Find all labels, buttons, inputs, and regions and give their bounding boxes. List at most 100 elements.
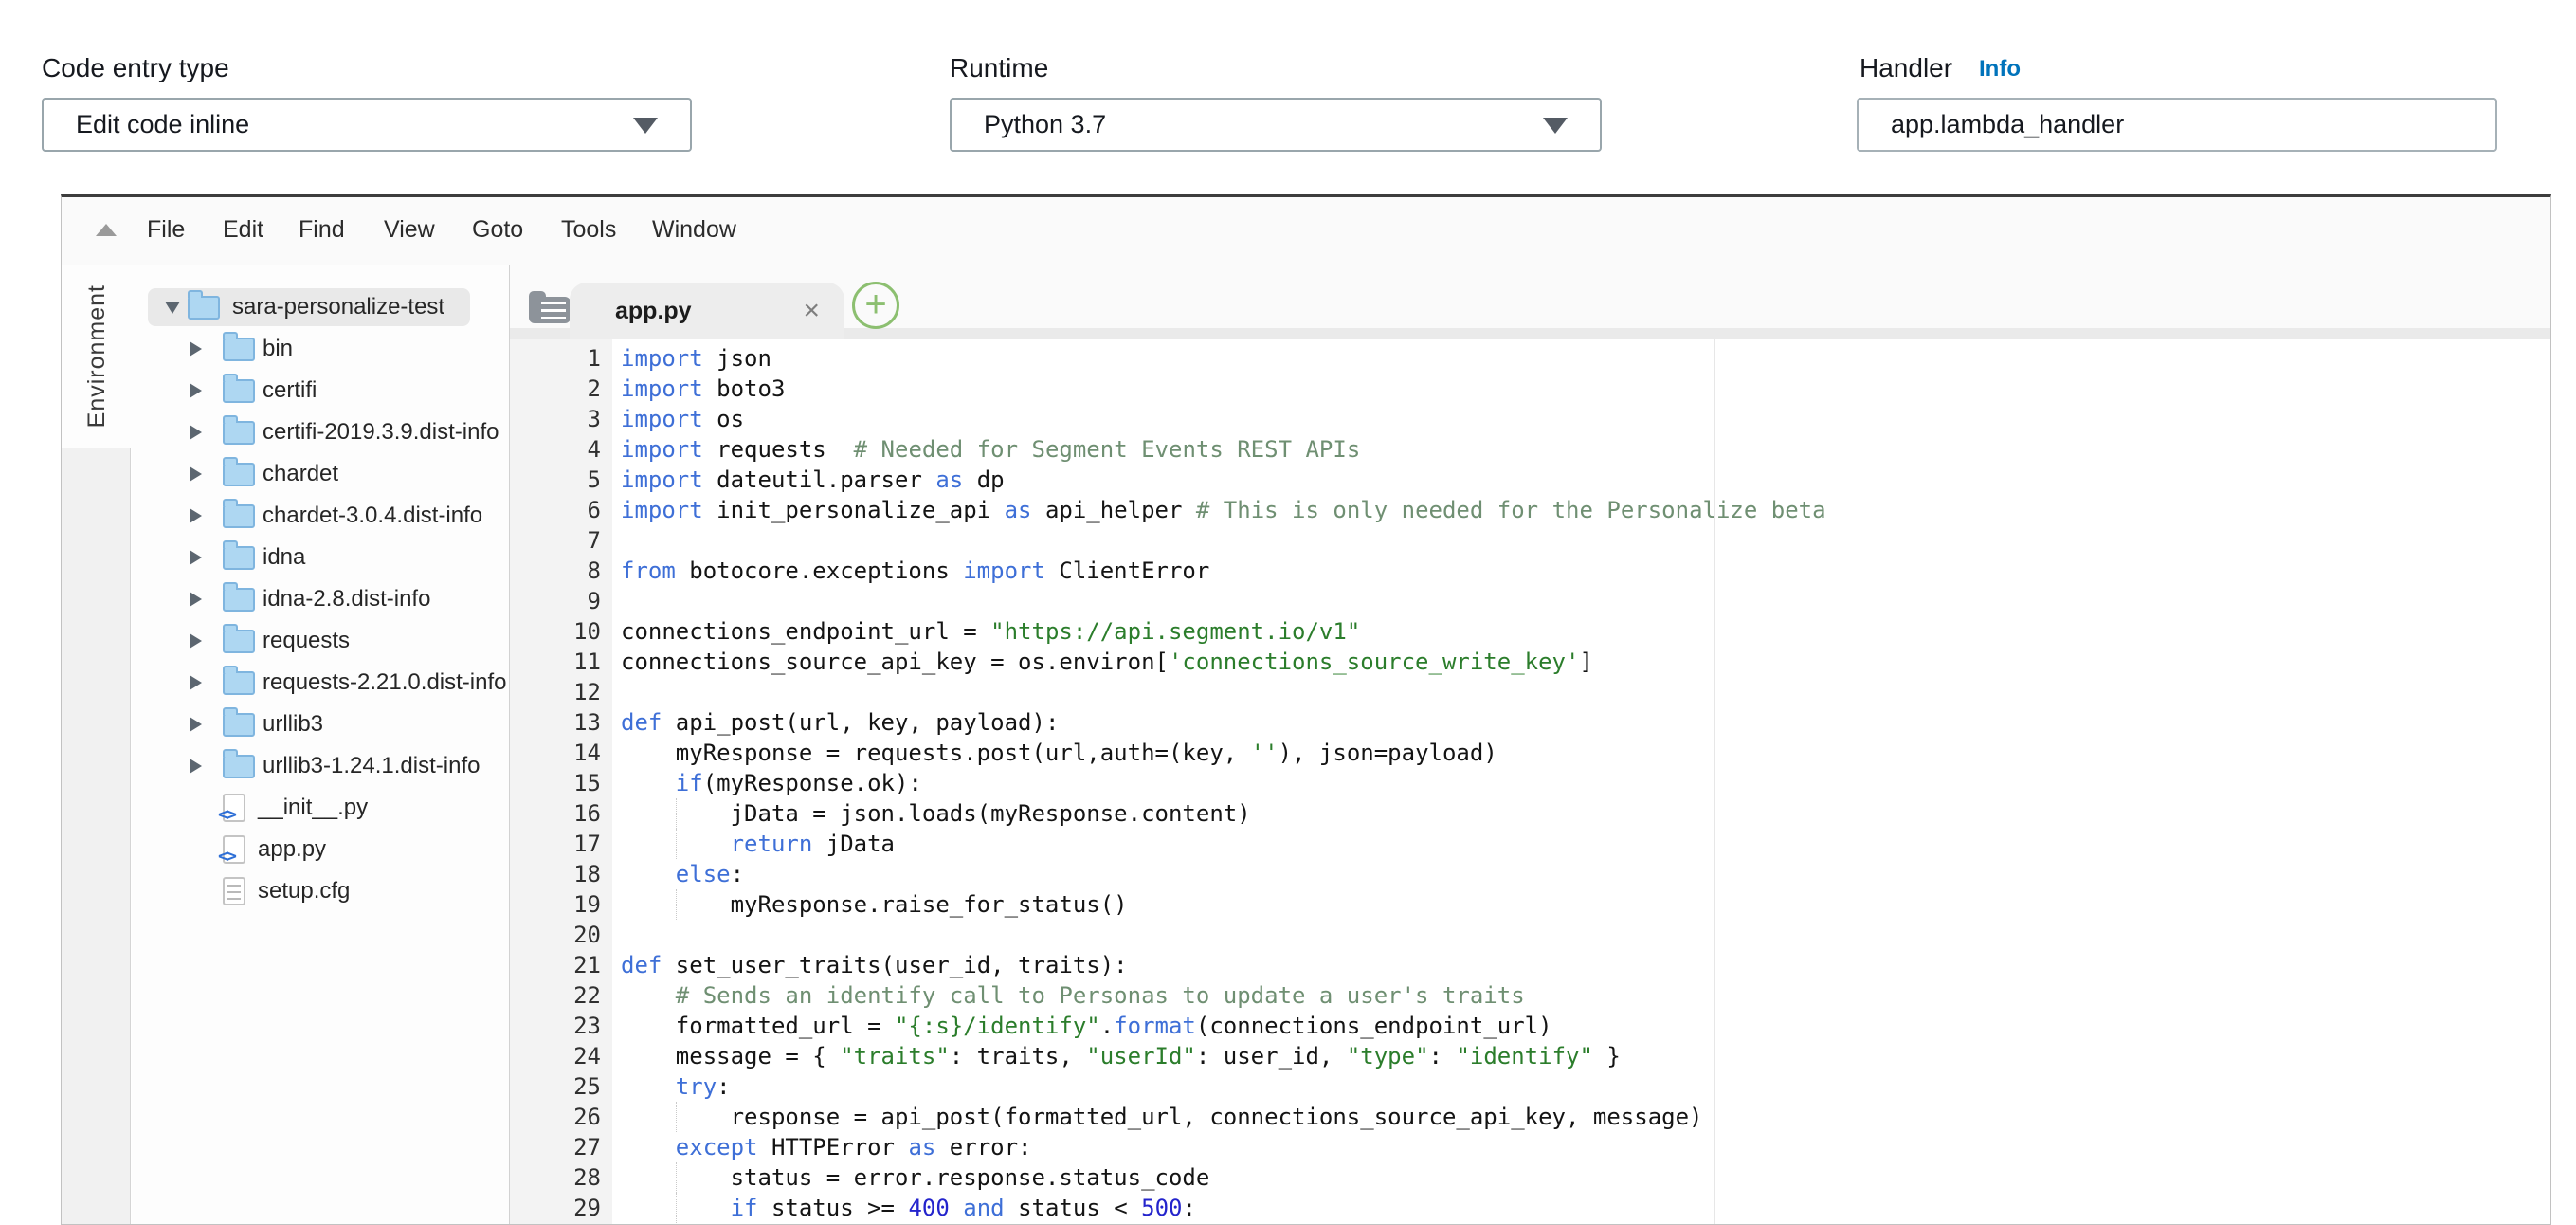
code-text: status = error.response.status_code	[621, 1162, 1209, 1193]
tree-item-urllib3-1-24-1-dist-info[interactable]: urllib3-1.24.1.dist-info	[62, 745, 510, 787]
handler-input[interactable]	[1857, 98, 2497, 152]
collapse-panel-icon[interactable]	[96, 224, 117, 236]
code-line-23: 23 formatted_url = "{:s}/identify".forma…	[510, 1011, 2550, 1041]
line-number: 12	[510, 677, 601, 707]
code-entry-type-label: Code entry type	[42, 53, 229, 83]
code-line-21: 21def set_user_traits(user_id, traits):	[510, 950, 2550, 980]
tree-item-requests-2-21-0-dist-info[interactable]: requests-2.21.0.dist-info	[62, 662, 510, 704]
code-text: if(myResponse.ok):	[621, 768, 922, 798]
tree-item-requests[interactable]: requests	[62, 620, 510, 662]
menu-item-find[interactable]: Find	[299, 216, 345, 244]
code-line-6: 6import init_personalize_api as api_help…	[510, 495, 2550, 525]
handler-label: Handler	[1859, 53, 1952, 83]
line-number: 16	[510, 798, 601, 829]
folder-icon	[223, 713, 255, 737]
code-line-4: 4import requests # Needed for Segment Ev…	[510, 434, 2550, 465]
code-line-22: 22 # Sends an identify call to Personas …	[510, 980, 2550, 1011]
tree-item-certifi-2019-3-9-dist-info[interactable]: certifi-2019.3.9.dist-info	[62, 411, 510, 453]
folder-icon	[223, 504, 255, 528]
collapse-arrow-icon[interactable]	[190, 592, 202, 607]
code-line-12: 12	[510, 677, 2550, 707]
code-line-26: 26 response = api_post(formatted_url, co…	[510, 1102, 2550, 1132]
code-text: import boto3	[621, 374, 785, 404]
tree-item-label: idna	[263, 544, 305, 571]
collapse-arrow-icon[interactable]	[190, 633, 202, 649]
code-text: import json	[621, 343, 771, 374]
code-text: from botocore.exceptions import ClientEr…	[621, 556, 1209, 586]
tree-item-idna-2-8-dist-info[interactable]: idna-2.8.dist-info	[62, 578, 510, 620]
tab-app-py[interactable]: app.py ×	[570, 283, 844, 339]
code-line-10: 10connections_endpoint_url = "https://ap…	[510, 616, 2550, 647]
tree-item-label: certifi	[263, 377, 317, 404]
line-number: 2	[510, 374, 601, 404]
code-line-28: 28 status = error.response.status_code	[510, 1162, 2550, 1193]
runtime-select[interactable]: Python 3.7	[950, 98, 1602, 152]
editor-menu-bar: File Edit Find View Goto Tools Window	[62, 197, 2550, 265]
expand-arrow-icon[interactable]	[165, 302, 180, 314]
code-text: import requests # Needed for Segment Eve…	[621, 434, 1360, 465]
menu-item-edit[interactable]: Edit	[223, 216, 263, 244]
line-number: 6	[510, 495, 601, 525]
tab-list-icon[interactable]	[529, 291, 571, 323]
handler-info-link[interactable]: Info	[1979, 56, 2021, 82]
new-tab-plus-icon[interactable]: +	[852, 282, 899, 329]
code-line-19: 19 myResponse.raise_for_status()	[510, 889, 2550, 920]
collapse-arrow-icon[interactable]	[190, 717, 202, 732]
file-tree: sara-personalize-testbin certifi certifi-2…	[62, 286, 510, 912]
tree-item--init-py[interactable]: <> __init__.py	[62, 787, 510, 829]
menu-item-view[interactable]: View	[384, 216, 435, 244]
collapse-arrow-icon[interactable]	[190, 466, 202, 482]
tree-item-label: idna-2.8.dist-info	[263, 586, 430, 612]
tree-item-setup-cfg[interactable]: setup.cfg	[62, 870, 510, 912]
runtime-value: Python 3.7	[984, 110, 1106, 139]
code-editor[interactable]: 1import json2import boto33import os4impo…	[510, 339, 2550, 1224]
folder-icon	[223, 421, 255, 445]
code-entry-type-select[interactable]: Edit code inline	[42, 98, 692, 152]
line-number: 13	[510, 707, 601, 738]
line-number: 5	[510, 465, 601, 495]
tree-item-sara-personalize-test[interactable]: sara-personalize-test	[62, 286, 510, 328]
line-number: 25	[510, 1071, 601, 1102]
collapse-arrow-icon[interactable]	[190, 425, 202, 440]
close-tab-icon[interactable]: ×	[803, 297, 820, 325]
code-text: import os	[621, 404, 744, 434]
code-line-9: 9	[510, 586, 2550, 616]
code-line-14: 14 myResponse = requests.post(url,auth=(…	[510, 738, 2550, 768]
editor-pane: app.py × + 1import json2import boto33imp…	[510, 265, 2550, 1224]
tree-item-label: urllib3-1.24.1.dist-info	[263, 753, 480, 779]
code-text: connections_endpoint_url = "https://api.…	[621, 616, 1360, 647]
menu-item-window[interactable]: Window	[652, 216, 736, 244]
code-text: if status >= 400 and status < 500:	[621, 1193, 1196, 1223]
folder-icon	[223, 588, 255, 612]
tree-item-chardet[interactable]: chardet	[62, 453, 510, 495]
collapse-arrow-icon[interactable]	[190, 341, 202, 357]
line-number: 29	[510, 1193, 601, 1223]
python-file-icon: <>	[223, 794, 245, 822]
folder-icon	[223, 379, 255, 403]
menu-item-goto[interactable]: Goto	[472, 216, 523, 244]
menu-item-tools[interactable]: Tools	[561, 216, 616, 244]
collapse-arrow-icon[interactable]	[190, 675, 202, 690]
collapse-arrow-icon[interactable]	[190, 550, 202, 565]
folder-icon	[223, 546, 255, 570]
tree-item-certifi[interactable]: certifi	[62, 370, 510, 411]
chevron-down-icon	[633, 118, 658, 134]
menu-item-file[interactable]: File	[147, 216, 185, 244]
tree-item-idna[interactable]: idna	[62, 537, 510, 578]
code-text: myResponse.raise_for_status()	[621, 889, 1128, 920]
collapse-arrow-icon[interactable]	[190, 508, 202, 523]
line-number: 28	[510, 1162, 601, 1193]
line-number: 11	[510, 647, 601, 677]
tree-item-chardet-3-0-4-dist-info[interactable]: chardet-3.0.4.dist-info	[62, 495, 510, 537]
code-text: import dateutil.parser as dp	[621, 465, 1005, 495]
code-text: myResponse = requests.post(url,auth=(key…	[621, 738, 1497, 768]
collapse-arrow-icon[interactable]	[190, 383, 202, 398]
collapse-arrow-icon[interactable]	[190, 759, 202, 774]
folder-icon	[223, 338, 255, 361]
tree-item-bin[interactable]: bin	[62, 328, 510, 370]
tree-item-urllib3[interactable]: urllib3	[62, 704, 510, 745]
tree-item-app-py[interactable]: <>app.py	[62, 829, 510, 870]
line-number: 15	[510, 768, 601, 798]
code-line-25: 25 try:	[510, 1071, 2550, 1102]
tree-item-label: __init__.py	[258, 795, 368, 821]
